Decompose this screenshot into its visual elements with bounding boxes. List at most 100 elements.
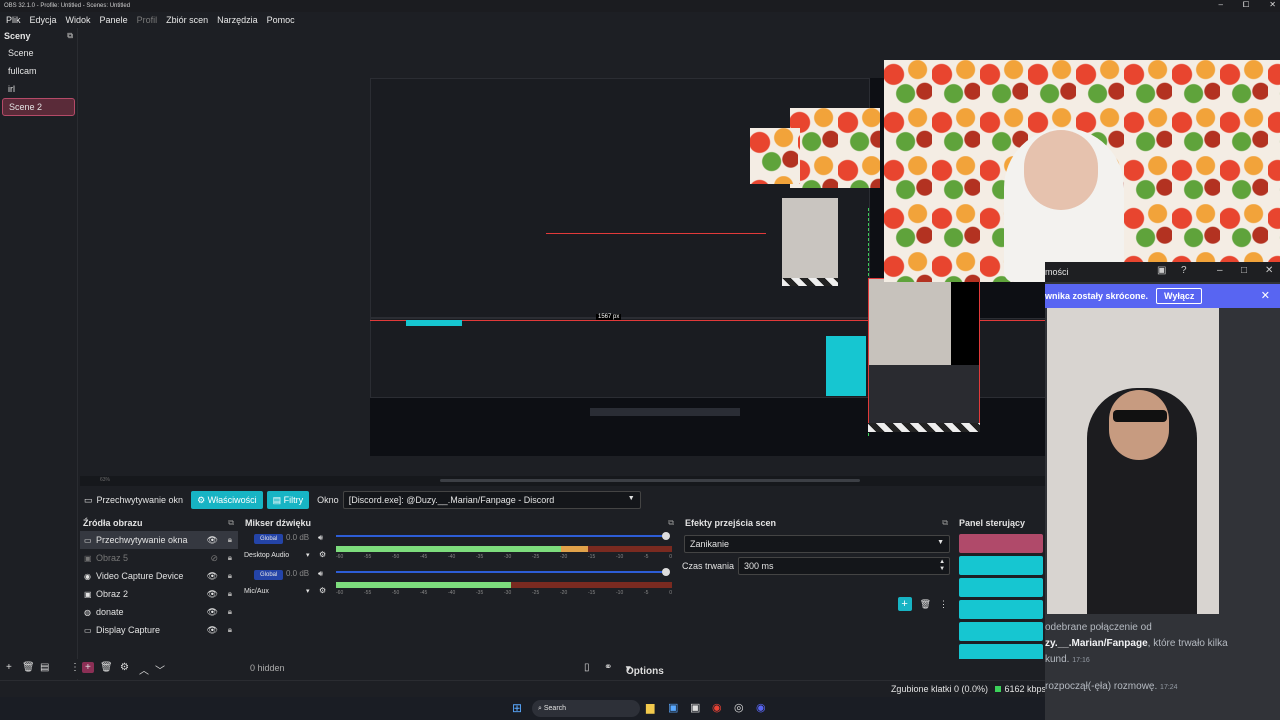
chrome-icon[interactable]: ◉	[712, 701, 722, 714]
source-item[interactable]: ▣ Obraz 5 ⊘ 🔒︎	[80, 549, 238, 567]
taskbar-search[interactable]: ⌕ Search	[532, 700, 640, 717]
controls-header: Panel sterujący	[956, 515, 1046, 531]
menu-profile[interactable]: Profil	[137, 15, 158, 25]
lock-icon[interactable]: 🔒︎	[228, 535, 232, 545]
eye-icon[interactable]: 👁	[207, 535, 218, 546]
lock-icon[interactable]: 🔒︎	[228, 553, 232, 563]
scene-item[interactable]: fullcam	[2, 62, 75, 80]
preview-scrollbar[interactable]: 63%	[80, 476, 1046, 486]
properties-button[interactable]: ⚙ Właściwości	[191, 491, 263, 509]
gear-icon[interactable]: ⚙	[120, 662, 129, 673]
window-select[interactable]: [Discord.exe]: @Duzy.__.Marian/Fanpage -…	[342, 491, 641, 509]
minimize-button[interactable]: –	[1218, 0, 1222, 10]
layout-icon[interactable]: ▯	[584, 662, 590, 673]
volume-slider[interactable]	[336, 568, 670, 576]
folder-icon[interactable]: ▆	[646, 701, 654, 714]
slider-knob[interactable]	[662, 568, 670, 576]
windows-start-icon[interactable]: ⊞	[512, 701, 522, 715]
menu-file[interactable]: Plik	[6, 15, 21, 25]
spinner-icon[interactable]: ▲ ▼	[939, 559, 945, 573]
undock-icon[interactable]: ⧉	[942, 518, 948, 528]
selected-source-box[interactable]	[868, 278, 980, 430]
minimize-button[interactable]: –	[1217, 265, 1223, 276]
menu-edit[interactable]: Edycja	[30, 15, 57, 25]
trash-icon[interactable]: 🗑︎	[22, 662, 35, 673]
source-item[interactable]: ◉ Video Capture Device 👁 🔒︎	[80, 567, 238, 585]
eye-icon[interactable]: 👁	[207, 625, 218, 636]
close-button[interactable]: ✕	[1265, 265, 1273, 276]
scene-item-active[interactable]: Scene 2	[2, 98, 75, 116]
scene-item[interactable]: irl	[2, 80, 75, 98]
undock-icon[interactable]: ⧉	[228, 518, 234, 528]
window-title: OBS 32.1.0 - Profile: Untitled - Scenes:…	[4, 3, 131, 9]
transition-select[interactable]: Zanikanie ▼	[684, 535, 950, 553]
discord-video	[1047, 308, 1219, 614]
control-button[interactable]	[959, 622, 1043, 641]
control-button[interactable]	[959, 556, 1043, 575]
app-icon[interactable]: ▣	[690, 701, 700, 714]
move-down-icon[interactable]: ﹀	[155, 662, 165, 677]
eye-hidden-icon[interactable]: ⊘	[210, 553, 218, 564]
add-source-button[interactable]: +	[82, 662, 94, 673]
control-button[interactable]	[959, 600, 1043, 619]
app-icon[interactable]: ▣	[668, 701, 678, 714]
trash-icon[interactable]: 🗑︎	[100, 662, 113, 673]
undock-icon[interactable]: ⧉	[668, 518, 674, 528]
menu-view[interactable]: Widok	[66, 15, 91, 25]
volume-slider[interactable]	[336, 532, 670, 540]
gear-icon[interactable]: ⚙	[319, 586, 326, 595]
options-button[interactable]: Options ▾	[626, 663, 664, 677]
menu-docks[interactable]: Panele	[100, 15, 128, 25]
more-icon[interactable]: ⋮	[70, 662, 80, 673]
meter-red	[588, 546, 672, 552]
scene-item[interactable]: Scene	[2, 44, 75, 62]
maximize-button[interactable]: □	[1241, 265, 1247, 276]
eye-icon[interactable]: 👁	[207, 607, 218, 618]
speaker-icon[interactable]: 🔊︎	[318, 569, 323, 579]
menu-scene-collection[interactable]: Zbiór scen	[166, 15, 208, 25]
source-item[interactable]: ▭ Przechwytywanie okna 👁 🔒︎	[80, 531, 238, 549]
menu-help[interactable]: Pomoc	[267, 15, 295, 25]
gear-icon[interactable]: ⚙	[319, 550, 326, 559]
close-button[interactable]: ✕	[1269, 0, 1276, 10]
close-icon[interactable]: ✕	[1261, 289, 1270, 302]
trash-icon[interactable]: 🗑︎	[920, 599, 931, 610]
inbox-icon[interactable]: ▣	[1157, 265, 1166, 276]
filters-button[interactable]: ▤ Filtry	[266, 491, 310, 509]
source-item[interactable]: ◍ donate 👁 🔒︎	[80, 603, 238, 621]
menu-tools[interactable]: Narzędzia	[217, 15, 258, 25]
control-button[interactable]	[959, 534, 1043, 553]
duration-input[interactable]: 300 ms ▲ ▼	[738, 557, 951, 575]
chevron-down-icon[interactable]: ▾	[306, 587, 310, 595]
add-scene-icon[interactable]: +	[6, 662, 12, 673]
meter-green	[336, 546, 561, 552]
lock-icon[interactable]: 🔒︎	[228, 589, 232, 599]
disable-button[interactable]: Wyłącz	[1156, 288, 1203, 304]
lock-icon[interactable]: 🔒︎	[228, 625, 232, 635]
global-badge: Global	[254, 534, 284, 544]
more-icon[interactable]: ⋮	[939, 599, 948, 610]
status-bar: Zgubione klatki 0 (0.0%) 6162 kbps	[0, 680, 1046, 697]
speaker-icon[interactable]: 🔊︎	[318, 533, 323, 543]
maximize-button[interactable]: ⧠	[1243, 0, 1249, 10]
eye-icon[interactable]: 👁	[207, 589, 218, 600]
filter-icon[interactable]: ▤	[40, 662, 49, 673]
link-icon[interactable]: ⚭	[604, 662, 612, 673]
discord-icon[interactable]: ◉	[756, 701, 766, 714]
source-item[interactable]: ▣ Obraz 2 👁 🔒︎	[80, 585, 238, 603]
undock-icon[interactable]: ⧉	[67, 31, 73, 41]
scrollbar-thumb[interactable]	[440, 479, 860, 482]
move-up-icon[interactable]: ︿	[139, 662, 149, 677]
lock-icon[interactable]: 🔒︎	[228, 571, 232, 581]
chevron-down-icon[interactable]: ▾	[306, 551, 310, 559]
help-icon[interactable]: ?	[1181, 265, 1187, 276]
obs-icon[interactable]: ◎	[734, 701, 744, 714]
add-transition-button[interactable]: +	[897, 597, 912, 611]
slider-knob[interactable]	[662, 532, 670, 540]
eye-icon[interactable]: 👁	[207, 571, 218, 582]
lock-icon[interactable]: 🔒︎	[228, 607, 232, 617]
scene-transitions-dock: Efekty przejścia scen ⧉ Zanikanie ▼ Czas…	[682, 515, 952, 681]
source-item[interactable]: ▭ Display Capture 👁 🔒︎	[80, 621, 238, 639]
control-button[interactable]	[959, 578, 1043, 597]
chat-line: odebrane połączenie od	[1045, 622, 1152, 633]
